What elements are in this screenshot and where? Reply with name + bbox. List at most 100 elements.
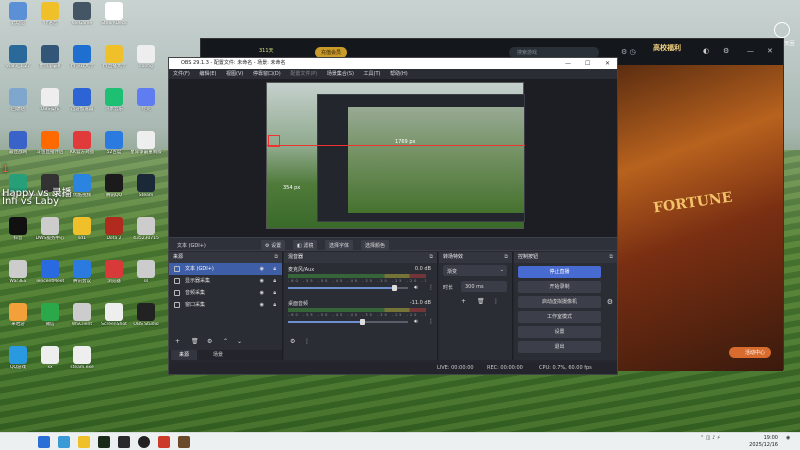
desktop-icon[interactable]: YY语音 — [32, 2, 68, 40]
source-filters-button[interactable]: ◧ 滤镜 — [293, 240, 318, 250]
desktop-icon[interactable]: YY直播大厅 — [96, 45, 132, 83]
trash-icon[interactable]: 🗑︎ — [191, 338, 199, 345]
desktop-icon[interactable]: 抖音 — [0, 217, 36, 255]
select-font-button[interactable]: 选择字体 — [325, 240, 354, 250]
start-virtual-camera-button[interactable]: 启动虚拟摄像机 ⚙ — [518, 296, 613, 308]
desktop-icon[interactable]: 此电脑 — [0, 2, 36, 40]
transition-select[interactable]: 渐变 ⌄ — [443, 265, 507, 276]
desktop-icon[interactable]: 腾讯会议 — [64, 260, 100, 298]
add-icon[interactable]: + — [461, 298, 466, 305]
obs-minimize-icon[interactable]: — — [565, 58, 571, 69]
desktop-icon[interactable]: TencentMeet — [32, 260, 68, 298]
desktop-icon[interactable]: OBS操作 — [32, 88, 68, 126]
desktop-icon[interactable]: 腾讯QQ — [96, 174, 132, 212]
trash-icon[interactable]: 🗑︎ — [477, 298, 485, 305]
studio-mode-button[interactable]: 工作室模式 — [518, 311, 601, 323]
desktop-icon[interactable]: 汽水音乐 — [96, 88, 132, 126]
desktop-icon[interactable]: OBS Studio — [128, 303, 164, 341]
menu-tools[interactable]: 工具(T) — [364, 71, 381, 77]
volume-slider[interactable] — [288, 285, 408, 291]
gear-icon[interactable]: ⚙ — [290, 338, 295, 345]
visibility-eye-icon[interactable]: ◉ — [260, 275, 264, 287]
desktop-icon[interactable]: steam.exe — [64, 346, 100, 384]
settings-button[interactable]: 设置 — [518, 326, 601, 338]
desktop-icon[interactable]: 星际争霸重制版 — [128, 131, 164, 169]
tab-sources[interactable]: 来源 — [171, 350, 198, 360]
preview-canvas[interactable]: 1769 px 354 px — [266, 82, 525, 229]
game-taskbar-icon[interactable] — [178, 436, 190, 448]
desktop-icon[interactable]: 435230715 — [128, 217, 164, 255]
desktop-icon[interactable]: WSClient — [64, 303, 100, 341]
menu-edit[interactable]: 编辑(E) — [199, 71, 216, 77]
dock-popout-icon[interactable]: ⧉ — [429, 252, 433, 263]
activity-center-button[interactable]: 活动中心 — [729, 347, 772, 358]
obs-close-icon[interactable]: ✕ — [605, 58, 610, 69]
gear-icon[interactable]: ⚙ — [207, 338, 212, 345]
exit-button[interactable]: 退出 — [518, 341, 601, 353]
source-item[interactable]: 文本 (GDI+) ◉ 🔒︎ — [169, 263, 282, 275]
menu-docks[interactable]: 停靠窗口(D) — [253, 71, 281, 77]
desktop-icon[interactable]: xx — [32, 346, 68, 384]
desktop-icon[interactable]: 回收站 — [0, 88, 36, 126]
desktop-icon[interactable]: config — [128, 45, 164, 83]
source-item[interactable]: 音频采集 ◉ 🔒︎ — [169, 287, 282, 299]
more-options-icon[interactable]: ⋮ — [493, 298, 499, 305]
more-options-icon[interactable]: ⋮ — [304, 338, 310, 345]
volume-slider[interactable] — [288, 319, 408, 325]
duration-spinbox[interactable]: 300 ms — [461, 281, 507, 292]
start-menu-icon[interactable] — [38, 436, 50, 448]
lock-icon[interactable]: 🔒︎ — [273, 263, 276, 275]
lock-icon[interactable]: 🔒︎ — [273, 299, 276, 311]
desktop-icon[interactable]: KK官方对战 — [64, 131, 100, 169]
desktop-icon[interactable]: sd1 — [64, 217, 100, 255]
game-banner[interactable]: 高校福利 — [653, 43, 681, 53]
volume-slider-knob[interactable] — [360, 319, 366, 325]
move-up-icon[interactable]: ⌃ — [223, 338, 228, 345]
notification-icon[interactable]: ◉ — [786, 435, 790, 441]
add-icon[interactable]: + — [175, 338, 180, 345]
volume-slider-knob[interactable] — [391, 285, 397, 291]
desktop-icon[interactable]: 迅游加速器 — [64, 88, 100, 126]
source-settings-button[interactable]: ⚙ 设置 — [261, 240, 286, 250]
speaker-icon[interactable]: 🔊︎ — [414, 318, 418, 326]
menu-scene-collection[interactable]: 场景集合(S) — [327, 71, 354, 77]
source-item[interactable]: 显示器采集 ◉ 🔒︎ — [169, 275, 282, 287]
settings-icon[interactable]: ⚙ — [723, 47, 729, 55]
select-color-button[interactable]: 选择颜色 — [361, 240, 390, 250]
dock-popout-icon[interactable]: ⧉ — [504, 252, 508, 263]
minimize-icon[interactable]: — — [747, 47, 754, 55]
system-tray-icons[interactable]: ⌃ ◫ ♪ ⚡ — [700, 435, 720, 441]
desktop-icon[interactable]: Steam — [128, 174, 164, 212]
menu-view[interactable]: 视图(V) — [226, 71, 243, 77]
move-down-icon[interactable]: ⌄ — [237, 338, 242, 345]
taskbar-clock[interactable]: 19:00 2025/12/16 — [749, 435, 778, 449]
desktop-icon[interactable]: 52百度 — [96, 131, 132, 169]
more-options-icon[interactable]: ⋮ — [428, 284, 434, 291]
visibility-eye-icon[interactable]: ◉ — [260, 299, 264, 311]
menu-help[interactable]: 帮助(H) — [390, 71, 408, 77]
desktop-icon[interactable]: 斗鱼直播伴侣 — [32, 131, 68, 169]
desktop-icon[interactable]: WeGame — [64, 2, 100, 40]
desktop-icon[interactable]: SteamDeck — [96, 2, 132, 40]
lock-icon[interactable]: 🔒︎ — [273, 275, 276, 287]
menu-file[interactable]: 文件(F) — [173, 71, 190, 77]
visibility-eye-icon[interactable]: ◉ — [260, 287, 264, 299]
tab-scenes[interactable]: 场景 — [205, 350, 231, 360]
desktop-icon[interactable]: DWS服务中心 — [32, 217, 68, 255]
obs-taskbar-icon[interactable] — [138, 436, 150, 448]
file-explorer-icon[interactable] — [78, 436, 90, 448]
start-recording-button[interactable]: 开始录制 — [518, 281, 601, 293]
visibility-eye-icon[interactable]: ◉ — [260, 263, 264, 275]
source-item[interactable]: 窗口采集 ◉ 🔒︎ — [169, 299, 282, 311]
edge-icon[interactable] — [58, 436, 70, 448]
gear-icon[interactable]: ⚙ — [607, 296, 613, 308]
close-icon[interactable]: ✕ — [767, 47, 773, 55]
dock-popout-icon[interactable]: ⧉ — [274, 252, 278, 263]
desktop-icon[interactable]: War3_1.27 — [0, 45, 36, 83]
desktop-icon[interactable]: Dota 2 — [96, 217, 132, 255]
game-toolbar-icons[interactable]: ⚙ ◷ — [621, 48, 636, 56]
speaker-icon[interactable]: 🔊︎ — [414, 284, 418, 292]
dock-popout-icon[interactable]: ⧉ — [609, 252, 613, 263]
desktop-icon[interactable]: 微信 — [32, 303, 68, 341]
yy-taskbar-icon[interactable] — [158, 436, 170, 448]
